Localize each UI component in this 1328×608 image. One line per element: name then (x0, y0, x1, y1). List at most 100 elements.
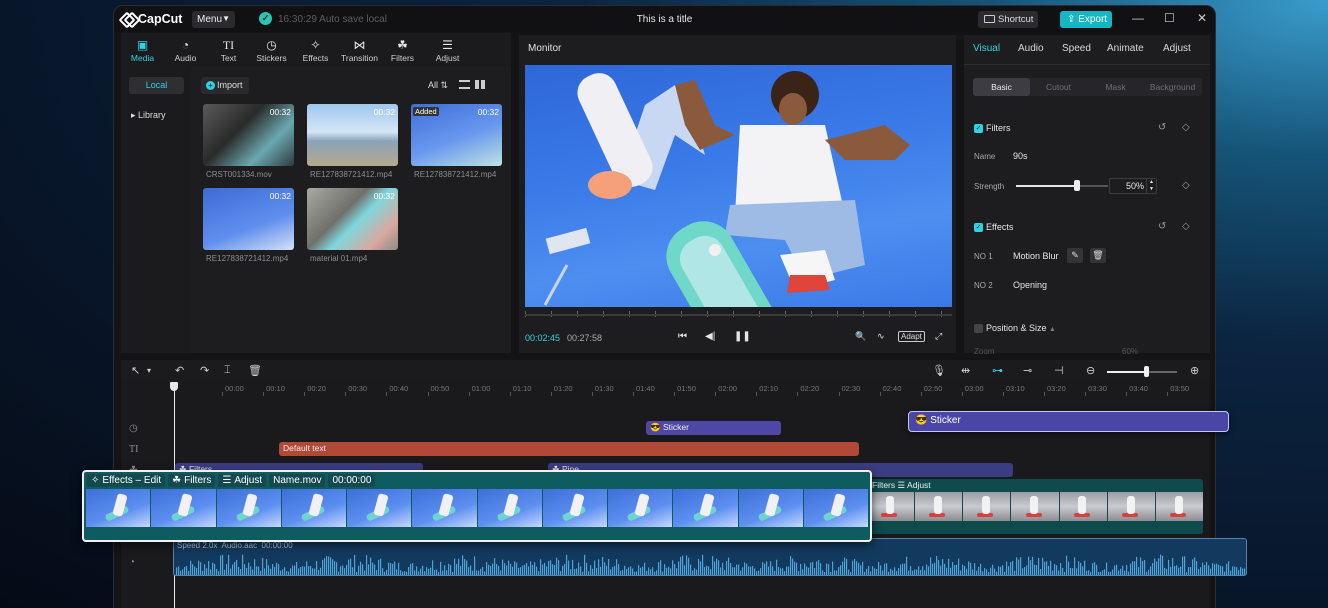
adjust-tag-label: Adjust (234, 475, 263, 486)
chain-icon[interactable]: ⊸ (1023, 364, 1032, 377)
edit-effect-icon[interactable]: ✎ (1067, 248, 1083, 263)
link-icon[interactable]: ⇹ (961, 364, 970, 377)
clip-tag-bar: ✧ Effects – Edit ☘ Filters ☰ Adjust Name.mo… (84, 472, 870, 489)
subtab-cutout[interactable]: Cutout (1030, 78, 1087, 96)
tab-adjust[interactable]: ☰ Adjust (426, 33, 469, 67)
position-size-checkbox[interactable] (974, 324, 983, 333)
text-clip[interactable]: Default text (279, 442, 859, 456)
chevron-down-icon[interactable]: ▾ (147, 366, 151, 375)
plus-icon: + (206, 81, 215, 90)
split-icon[interactable]: ⌶ (224, 364, 231, 377)
filters-checkbox[interactable]: ✓ (974, 124, 983, 133)
redo-icon[interactable]: ↷ (200, 364, 209, 377)
tab-media[interactable]: ▣ Media (121, 33, 164, 67)
audio-icon: ◔ (181, 38, 190, 52)
tab-audio-label: Audio (174, 53, 197, 63)
tab-visual[interactable]: Visual (973, 43, 1000, 54)
dragged-main-clip[interactable]: ✧ Effects – Edit ☘ Filters ☰ Adjust Name.mo… (82, 470, 872, 542)
ruler-tick (591, 392, 593, 396)
media-thumbnail[interactable]: 00:32 (307, 188, 398, 250)
ruler-label: 02:50 (923, 384, 943, 393)
import-label: Import (217, 80, 243, 90)
list-view-icon[interactable] (459, 80, 470, 89)
delete-icon[interactable]: 🗑 (248, 364, 262, 377)
tab-transition[interactable]: ⋈ Transition (338, 33, 381, 67)
media-thumbnail[interactable]: 00:32 (203, 188, 294, 250)
audio-clip[interactable]: Speed 2.0x Audio.aac 00:00:00 (173, 538, 1247, 576)
adapt-button[interactable]: Adapt (898, 331, 925, 342)
stepper-arrows-icon[interactable]: ▲ ▼ (1146, 179, 1156, 193)
playhead-handle[interactable] (170, 382, 178, 391)
media-thumbnail[interactable]: 00:32 (307, 104, 398, 166)
fullscreen-icon[interactable]: ⤢ (935, 331, 942, 342)
reset-icon[interactable]: ↺ (1158, 122, 1166, 133)
audio-name-tag: Audio.aac (221, 541, 258, 550)
export-label: Export (1078, 14, 1108, 25)
strength-input[interactable]: 50% ▲ ▼ (1109, 178, 1157, 194)
select-tool-icon[interactable]: ↖ (131, 364, 140, 377)
dragged-sticker-clip[interactable]: 😎 Sticker (908, 411, 1229, 432)
zoom-in-icon[interactable]: ⊕ (1190, 364, 1199, 377)
clip-duration: 00:32 (373, 191, 395, 201)
monitor-scrubber[interactable] (525, 314, 952, 316)
close-icon[interactable]: ✕ (1197, 11, 1207, 25)
text-track-icon: TI (129, 444, 139, 455)
import-button[interactable]: + Import (201, 77, 249, 94)
pause-icon[interactable]: ❚❚ (734, 331, 751, 342)
ruler-label: 02:00 (718, 384, 737, 393)
tab-stickers[interactable]: ◷ Stickers (250, 33, 293, 67)
ruler-tick (345, 392, 347, 396)
strength-slider-fill (1016, 185, 1077, 187)
main-video-clip[interactable]: Filters ☰ Adjust (867, 479, 1203, 534)
shortcut-button[interactable]: Shortcut (978, 11, 1038, 28)
reset-icon[interactable]: ↺ (1158, 221, 1166, 232)
audio-waveform (176, 554, 1246, 575)
tab-audio-props[interactable]: Audio (1018, 43, 1044, 54)
media-thumbnail[interactable]: 00:32 (203, 104, 294, 166)
ruler-tick (386, 392, 388, 396)
subtab-mask[interactable]: Mask (1087, 78, 1144, 96)
microphone-icon[interactable]: 🎙 (932, 364, 946, 377)
tab-speed[interactable]: Speed (1062, 43, 1091, 54)
media-toolbar: ▣ Media ◔ Audio TI Text ◷ Stickers ✧ Effects … (121, 33, 511, 67)
undo-icon[interactable]: ↶ (175, 364, 184, 377)
media-thumbnail[interactable]: Added 00:32 (411, 104, 502, 166)
skip-start-icon[interactable]: ⏮ (678, 331, 687, 342)
adjust-icon: ☰ (222, 475, 232, 486)
preview-axis-icon[interactable]: ⊣ (1054, 364, 1064, 377)
tab-animate[interactable]: Animate (1107, 43, 1144, 54)
zoom-slider-handle[interactable] (1144, 366, 1149, 377)
tab-filters[interactable]: ☘ Filters (381, 33, 424, 67)
subtab-background[interactable]: Background (1144, 78, 1201, 96)
keyframe-icon[interactable]: ◇ (1182, 221, 1190, 232)
effects-icon: ✧ (310, 38, 321, 52)
effects-checkbox[interactable]: ✓ (974, 223, 983, 232)
minimize-icon[interactable]: — (1132, 11, 1144, 25)
magnet-icon[interactable]: ⊶ (992, 364, 1003, 377)
keyframe-icon[interactable]: ◇ (1182, 180, 1190, 191)
filter-dropdown[interactable]: All ⇅ (428, 80, 448, 91)
properties-panel: Visual Audio Speed Animate Adjust Basic … (964, 35, 1210, 356)
chevron-up-icon[interactable]: ▲ (1049, 326, 1056, 333)
ruler-tick (879, 392, 881, 396)
maximize-icon[interactable]: ☐ (1164, 11, 1175, 25)
tab-adjust-props[interactable]: Adjust (1163, 43, 1191, 54)
step-back-icon[interactable]: ◀| (705, 331, 715, 342)
zoom-preview-icon[interactable]: 🔍 (855, 331, 866, 342)
grid-view-icon[interactable] (475, 80, 486, 89)
clip-frames (867, 492, 1203, 521)
tab-effects[interactable]: ✧ Effects (294, 33, 337, 67)
sidebar-item-library[interactable]: ▸ Library (131, 110, 166, 121)
zoom-out-icon[interactable]: ⊖ (1086, 364, 1095, 377)
sidebar-item-local[interactable]: Local (129, 77, 184, 94)
tab-audio[interactable]: ◔ Audio (164, 33, 207, 67)
video-preview[interactable] (525, 65, 952, 307)
export-button[interactable]: ⇪ Export (1060, 11, 1112, 28)
keyframe-icon[interactable]: ◇ (1182, 122, 1190, 133)
subtab-basic[interactable]: Basic (973, 78, 1030, 96)
strength-slider-handle[interactable] (1074, 180, 1080, 191)
delete-effect-icon[interactable]: 🗑 (1090, 248, 1106, 263)
waveform-icon[interactable]: ∿ (877, 331, 885, 342)
tab-text[interactable]: TI Text (207, 33, 250, 67)
sticker-clip[interactable]: 😎 Sticker (646, 421, 781, 435)
